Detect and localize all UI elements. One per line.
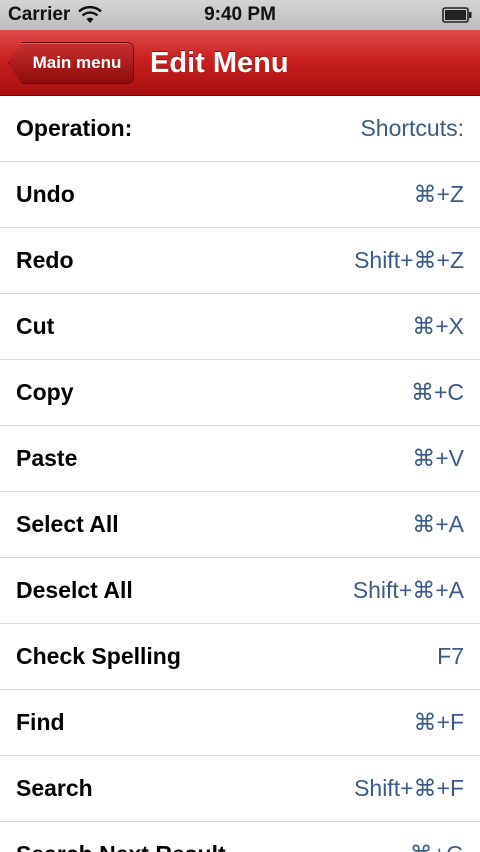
- table-row[interactable]: Cut ⌘+X: [0, 294, 480, 360]
- operation-label: Cut: [16, 313, 55, 339]
- operation-label: Paste: [16, 445, 78, 471]
- operation-header: Operation:: [16, 115, 133, 141]
- shortcut-label: ⌘+C: [410, 379, 464, 405]
- shortcut-label: ⌘+F: [413, 709, 464, 735]
- shortcut-table: Operation: Shortcuts: Undo ⌘+Z Redo Shif…: [0, 96, 480, 852]
- operation-label: Search: [16, 775, 93, 801]
- operation-label: Undo: [16, 181, 75, 207]
- table-row[interactable]: Paste ⌘+V: [0, 426, 480, 492]
- shortcut-label: Shift+⌘+F: [354, 775, 464, 801]
- screen: Carrier 9:40 PM Main menu Edit Menu Oper…: [0, 0, 480, 852]
- operation-label: Search Next Result: [16, 841, 226, 852]
- shortcut-label: Shift+⌘+A: [352, 577, 464, 603]
- table-row[interactable]: Select All ⌘+A: [0, 492, 480, 558]
- operation-label: Redo: [16, 247, 74, 273]
- shortcut-label: ⌘+G: [410, 841, 464, 852]
- operation-label: Check Spelling: [16, 643, 181, 669]
- clock: 9:40 PM: [204, 4, 276, 25]
- shortcut-label: F7: [437, 643, 464, 669]
- table-row[interactable]: Deselct All Shift+⌘+A: [0, 558, 480, 624]
- shortcut-label: ⌘+V: [412, 445, 464, 471]
- operation-label: Find: [16, 709, 65, 735]
- operation-label: Deselct All: [16, 577, 133, 603]
- page-title: Edit Menu: [150, 47, 289, 79]
- shortcut-label: ⌘+X: [412, 313, 464, 339]
- operation-label: Select All: [16, 511, 119, 537]
- table-row[interactable]: Undo ⌘+Z: [0, 162, 480, 228]
- back-button[interactable]: Main menu: [8, 42, 134, 84]
- table-row[interactable]: Redo Shift+⌘+Z: [0, 228, 480, 294]
- battery-icon: [442, 7, 472, 23]
- table-header-row: Operation: Shortcuts:: [0, 96, 480, 162]
- table-row[interactable]: Search Next Result ⌘+G: [0, 822, 480, 852]
- shortcut-label: ⌘+A: [412, 511, 464, 537]
- shortcut-header: Shortcuts:: [360, 115, 464, 141]
- shortcut-label: Shift+⌘+Z: [354, 247, 464, 273]
- back-button-label: Main menu: [32, 53, 122, 72]
- shortcut-label: ⌘+Z: [413, 181, 464, 207]
- operation-label: Copy: [16, 379, 74, 405]
- table-row[interactable]: Search Shift+⌘+F: [0, 756, 480, 822]
- table-row[interactable]: Check Spelling F7: [0, 624, 480, 690]
- navigation-bar: Main menu Edit Menu: [0, 30, 480, 96]
- table-row[interactable]: Copy ⌘+C: [0, 360, 480, 426]
- table-row[interactable]: Find ⌘+F: [0, 690, 480, 756]
- status-bar: Carrier 9:40 PM: [0, 0, 480, 30]
